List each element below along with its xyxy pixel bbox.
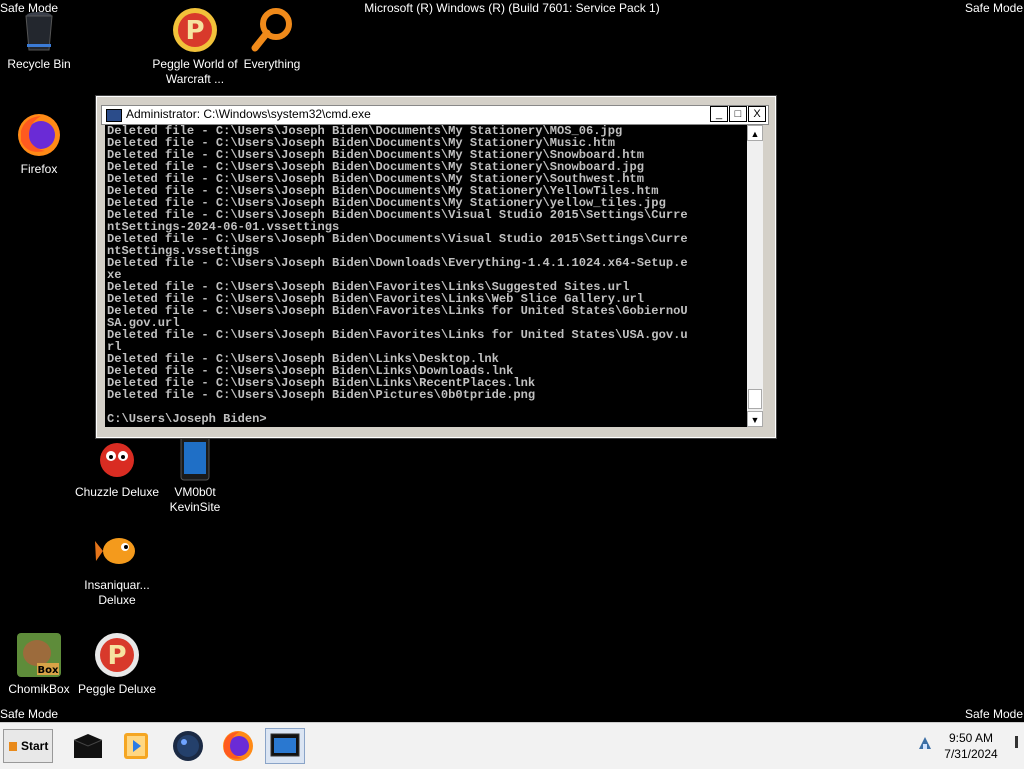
clock-time: 9:50 AM [948,731,994,745]
desktop-icon-vm0b0t-kevinsite[interactable]: VM0b0t KevinSite [152,434,238,515]
media-player-icon [124,733,148,759]
globe-icon [173,731,203,761]
chomikbox-icon: Box [15,631,63,679]
desktop-icon-peggle-deluxe[interactable]: P Peggle Deluxe [74,631,160,697]
magnifier-icon [248,6,296,54]
cmd-title-bar[interactable]: Administrator: C:\Windows\system32\cmd.e… [101,105,769,125]
desktop-icon-chuzzle[interactable]: Chuzzle Deluxe [74,434,160,500]
phone-icon [171,434,219,482]
desktop-icon-peggle-wow[interactable]: P Peggle World of Warcraft ... [152,6,238,87]
show-desktop-icon[interactable] [1014,735,1020,749]
clock-date: 7/31/2024 [944,747,998,761]
taskbar-cmd-button[interactable] [68,728,108,764]
console-vertical-scrollbar[interactable]: ▲ ▼ [747,125,763,427]
safe-mode-label-bottom-right: Safe Mode [964,707,1023,721]
windows-flag-icon [9,742,17,751]
desktop-icon-firefox[interactable]: Firefox [0,111,82,177]
cmd-window-title: Administrator: C:\Windows\system32\cmd.e… [126,107,371,121]
taskbar-firefox-button[interactable] [218,728,258,764]
svg-text:Box: Box [38,665,59,676]
start-button[interactable]: Start [3,729,53,763]
firefox-icon [15,111,63,159]
desktop-icon-insaniquarium[interactable]: Insaniquar... Deluxe [74,527,160,608]
peggle-icon: P [171,6,219,54]
cmd-icon [73,734,103,758]
desktop-icon-chomikbox[interactable]: Box ChomikBox [0,631,82,697]
taskbar-console-window-button[interactable] [265,728,305,764]
firefox-icon [223,731,253,761]
peggle-icon: P [93,631,141,679]
console-output-text: Deleted file - C:\Users\Joseph Biden\Doc… [107,125,688,426]
maximize-button[interactable]: □ [729,106,747,122]
console-window-icon [106,109,122,122]
desktop-icon-everything[interactable]: Everything [229,6,315,72]
scroll-down-arrow-icon[interactable]: ▼ [747,411,763,427]
fish-icon [93,527,141,575]
desktop-icon-recycle-bin[interactable]: Recycle Bin [0,6,82,72]
recycle-bin-icon [15,6,63,54]
taskbar: Start [0,722,1024,769]
console-output-area[interactable]: Deleted file - C:\Users\Joseph Biden\Doc… [105,125,747,427]
cmd-window[interactable]: Administrator: C:\Windows\system32\cmd.e… [96,96,776,438]
safe-mode-label-bottom-left: Safe Mode [0,707,59,721]
close-button[interactable]: X [748,106,766,122]
console-window-icon [270,733,300,757]
taskbar-media-player-button[interactable] [116,728,156,764]
system-clock[interactable]: 9:50 AM 7/31/2024 [936,730,1006,762]
scroll-up-arrow-icon[interactable]: ▲ [747,125,763,141]
scrollbar-thumb[interactable] [748,389,762,409]
chuzzle-icon [93,434,141,482]
minimize-button[interactable]: _ [710,106,728,122]
svg-text:P: P [107,641,126,671]
taskbar-globe-button[interactable] [168,728,208,764]
network-icon[interactable] [916,735,934,751]
svg-text:P: P [185,16,204,46]
